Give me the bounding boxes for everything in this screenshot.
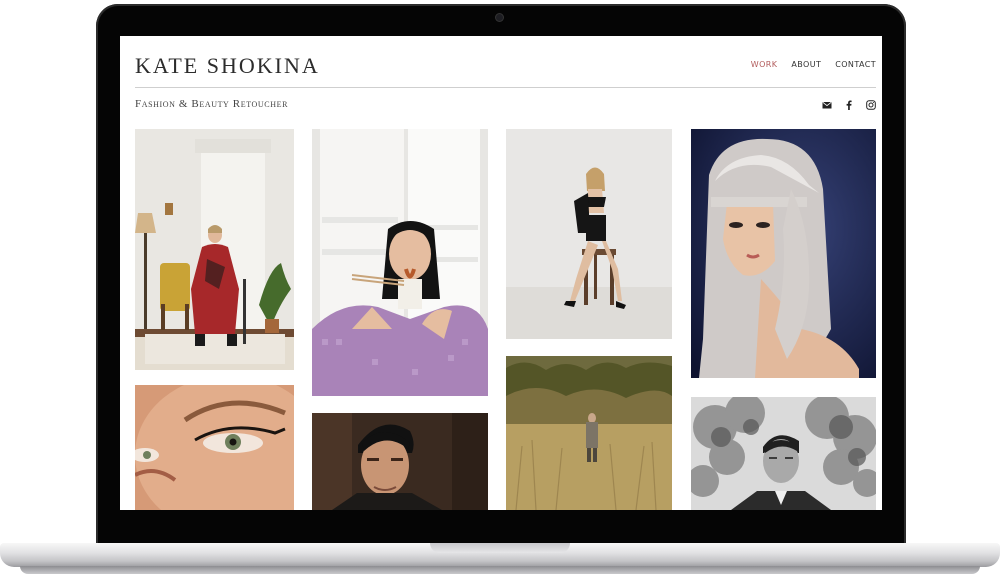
site-tagline: Fashion & Beauty Retoucher: [135, 98, 289, 110]
nav-work[interactable]: WORK: [751, 60, 778, 69]
header-divider: [135, 87, 876, 88]
social-links: [822, 97, 876, 110]
laptop-base-edge: [20, 566, 980, 574]
photo-platinum-hair-beauty[interactable]: [691, 129, 876, 378]
photo-man-black-white-trees[interactable]: [691, 397, 876, 510]
photo-woman-red-dress-chair[interactable]: [135, 129, 294, 370]
webcam: [496, 14, 503, 21]
envelope-icon[interactable]: [822, 97, 832, 109]
instagram-icon[interactable]: [866, 97, 876, 110]
photo-model-black-lingerie-stool[interactable]: [506, 129, 672, 339]
nav-about[interactable]: ABOUT: [791, 60, 821, 69]
facebook-icon[interactable]: [844, 97, 854, 110]
laptop-opening-notch: [430, 543, 570, 553]
photo-man-portrait-dark[interactable]: [312, 413, 488, 510]
nav-contact[interactable]: CONTACT: [835, 60, 876, 69]
photo-man-in-field[interactable]: [506, 356, 672, 510]
main-nav: WORK ABOUT CONTACT: [751, 60, 876, 69]
photo-eye-makeup-closeup[interactable]: [135, 385, 294, 510]
photo-woman-eating-noodles[interactable]: [312, 129, 488, 396]
site-title[interactable]: KATE SHOKINA: [135, 53, 320, 79]
website-screen: KATE SHOKINA WORK ABOUT CONTACT Fashion …: [120, 36, 882, 510]
